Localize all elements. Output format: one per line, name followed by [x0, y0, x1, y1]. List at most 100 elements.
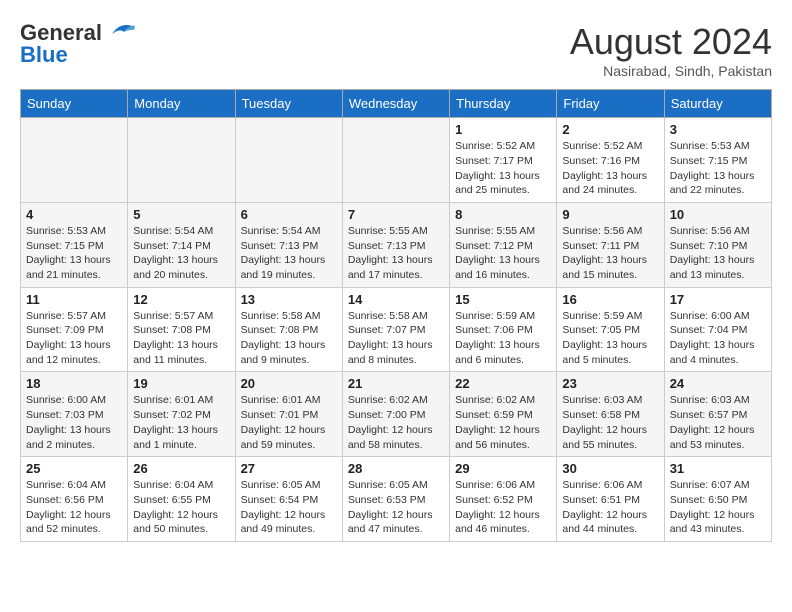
logo-blue: Blue: [20, 42, 68, 68]
day-info: Sunrise: 6:06 AMSunset: 6:52 PMDaylight:…: [455, 478, 551, 537]
day-cell-22: 22 Sunrise: 6:02 AMSunset: 6:59 PMDayligh…: [450, 372, 557, 457]
day-number: 31: [670, 461, 766, 476]
day-number: 17: [670, 292, 766, 307]
day-info: Sunrise: 5:53 AMSunset: 7:15 PMDaylight:…: [26, 224, 122, 283]
day-cell-15: 15 Sunrise: 5:59 AMSunset: 7:06 PMDayligh…: [450, 287, 557, 372]
empty-cell: [21, 118, 128, 203]
day-number: 23: [562, 376, 658, 391]
day-number: 30: [562, 461, 658, 476]
day-info: Sunrise: 6:03 AMSunset: 6:58 PMDaylight:…: [562, 393, 658, 452]
day-cell-20: 20 Sunrise: 6:01 AMSunset: 7:01 PMDayligh…: [235, 372, 342, 457]
day-cell-23: 23 Sunrise: 6:03 AMSunset: 6:58 PMDayligh…: [557, 372, 664, 457]
empty-cell: [342, 118, 449, 203]
day-cell-11: 11 Sunrise: 5:57 AMSunset: 7:09 PMDayligh…: [21, 287, 128, 372]
day-number: 13: [241, 292, 337, 307]
day-cell-27: 27 Sunrise: 6:05 AMSunset: 6:54 PMDayligh…: [235, 457, 342, 542]
day-number: 20: [241, 376, 337, 391]
day-number: 18: [26, 376, 122, 391]
page-header: General Blue August 2024 Nasirabad, Sind…: [20, 20, 772, 79]
day-info: Sunrise: 5:54 AMSunset: 7:14 PMDaylight:…: [133, 224, 229, 283]
day-number: 6: [241, 207, 337, 222]
weekday-header-monday: Monday: [128, 90, 235, 118]
weekday-header-thursday: Thursday: [450, 90, 557, 118]
day-number: 15: [455, 292, 551, 307]
empty-cell: [235, 118, 342, 203]
day-cell-28: 28Sunrise: 6:05 AMSunset: 6:53 PMDayligh…: [342, 457, 449, 542]
day-number: 22: [455, 376, 551, 391]
day-info: Sunrise: 6:02 AMSunset: 7:00 PMDaylight:…: [348, 393, 444, 452]
day-info: Sunrise: 5:58 AMSunset: 7:08 PMDaylight:…: [241, 309, 337, 368]
day-cell-16: 16 Sunrise: 5:59 AMSunset: 7:05 PMDayligh…: [557, 287, 664, 372]
day-number: 24: [670, 376, 766, 391]
day-number: 7: [348, 207, 444, 222]
day-cell-31: 31 Sunrise: 6:07 AMSunset: 6:50 PMDayligh…: [664, 457, 771, 542]
day-number: 9: [562, 207, 658, 222]
day-info: Sunrise: 5:52 AMSunset: 7:16 PMDaylight:…: [562, 139, 658, 198]
day-info: Sunrise: 5:55 AMSunset: 7:13 PMDaylight:…: [348, 224, 444, 283]
day-info: Sunrise: 5:56 AMSunset: 7:11 PMDaylight:…: [562, 224, 658, 283]
day-info: Sunrise: 6:00 AMSunset: 7:04 PMDaylight:…: [670, 309, 766, 368]
day-cell-4: 4Sunrise: 5:53 AMSunset: 7:15 PMDaylight…: [21, 202, 128, 287]
day-number: 5: [133, 207, 229, 222]
weekday-header-wednesday: Wednesday: [342, 90, 449, 118]
day-info: Sunrise: 6:07 AMSunset: 6:50 PMDaylight:…: [670, 478, 766, 537]
day-cell-30: 30Sunrise: 6:06 AMSunset: 6:51 PMDayligh…: [557, 457, 664, 542]
day-cell-17: 17 Sunrise: 6:00 AMSunset: 7:04 PMDayligh…: [664, 287, 771, 372]
day-cell-5: 5 Sunrise: 5:54 AMSunset: 7:14 PMDaylight…: [128, 202, 235, 287]
day-info: Sunrise: 6:04 AMSunset: 6:56 PMDaylight:…: [26, 478, 122, 537]
logo-bird-icon: [104, 20, 136, 42]
day-number: 3: [670, 122, 766, 137]
week-row-1: 1 Sunrise: 5:52 AMSunset: 7:17 PMDaylight…: [21, 118, 772, 203]
day-info: Sunrise: 6:02 AMSunset: 6:59 PMDaylight:…: [455, 393, 551, 452]
weekday-header-tuesday: Tuesday: [235, 90, 342, 118]
day-cell-3: 3 Sunrise: 5:53 AMSunset: 7:15 PMDaylight…: [664, 118, 771, 203]
day-number: 27: [241, 461, 337, 476]
day-cell-14: 14 Sunrise: 5:58 AMSunset: 7:07 PMDayligh…: [342, 287, 449, 372]
day-info: Sunrise: 5:53 AMSunset: 7:15 PMDaylight:…: [670, 139, 766, 198]
day-info: Sunrise: 5:57 AMSunset: 7:08 PMDaylight:…: [133, 309, 229, 368]
day-info: Sunrise: 6:04 AMSunset: 6:55 PMDaylight:…: [133, 478, 229, 537]
day-number: 25: [26, 461, 122, 476]
day-cell-2: 2Sunrise: 5:52 AMSunset: 7:16 PMDaylight…: [557, 118, 664, 203]
day-cell-26: 26 Sunrise: 6:04 AMSunset: 6:55 PMDayligh…: [128, 457, 235, 542]
week-row-4: 18Sunrise: 6:00 AMSunset: 7:03 PMDayligh…: [21, 372, 772, 457]
title-area: August 2024 Nasirabad, Sindh, Pakistan: [570, 20, 772, 79]
day-info: Sunrise: 5:55 AMSunset: 7:12 PMDaylight:…: [455, 224, 551, 283]
day-number: 16: [562, 292, 658, 307]
day-cell-8: 8 Sunrise: 5:55 AMSunset: 7:12 PMDaylight…: [450, 202, 557, 287]
day-info: Sunrise: 5:56 AMSunset: 7:10 PMDaylight:…: [670, 224, 766, 283]
day-number: 12: [133, 292, 229, 307]
day-cell-7: 7 Sunrise: 5:55 AMSunset: 7:13 PMDaylight…: [342, 202, 449, 287]
day-cell-13: 13 Sunrise: 5:58 AMSunset: 7:08 PMDayligh…: [235, 287, 342, 372]
day-info: Sunrise: 5:57 AMSunset: 7:09 PMDaylight:…: [26, 309, 122, 368]
week-row-2: 4Sunrise: 5:53 AMSunset: 7:15 PMDaylight…: [21, 202, 772, 287]
weekday-header-friday: Friday: [557, 90, 664, 118]
day-number: 28: [348, 461, 444, 476]
day-cell-6: 6 Sunrise: 5:54 AMSunset: 7:13 PMDaylight…: [235, 202, 342, 287]
empty-cell: [128, 118, 235, 203]
day-cell-19: 19Sunrise: 6:01 AMSunset: 7:02 PMDayligh…: [128, 372, 235, 457]
day-info: Sunrise: 5:59 AMSunset: 7:05 PMDaylight:…: [562, 309, 658, 368]
day-cell-24: 24Sunrise: 6:03 AMSunset: 6:57 PMDayligh…: [664, 372, 771, 457]
day-cell-25: 25 Sunrise: 6:04 AMSunset: 6:56 PMDayligh…: [21, 457, 128, 542]
location: Nasirabad, Sindh, Pakistan: [570, 63, 772, 79]
day-info: Sunrise: 5:52 AMSunset: 7:17 PMDaylight:…: [455, 139, 551, 198]
day-cell-29: 29Sunrise: 6:06 AMSunset: 6:52 PMDayligh…: [450, 457, 557, 542]
day-info: Sunrise: 6:05 AMSunset: 6:54 PMDaylight:…: [241, 478, 337, 537]
day-info: Sunrise: 5:58 AMSunset: 7:07 PMDaylight:…: [348, 309, 444, 368]
day-number: 8: [455, 207, 551, 222]
day-cell-12: 12 Sunrise: 5:57 AMSunset: 7:08 PMDayligh…: [128, 287, 235, 372]
day-number: 26: [133, 461, 229, 476]
day-cell-9: 9 Sunrise: 5:56 AMSunset: 7:11 PMDaylight…: [557, 202, 664, 287]
day-info: Sunrise: 5:54 AMSunset: 7:13 PMDaylight:…: [241, 224, 337, 283]
weekday-header-saturday: Saturday: [664, 90, 771, 118]
day-number: 1: [455, 122, 551, 137]
day-info: Sunrise: 5:59 AMSunset: 7:06 PMDaylight:…: [455, 309, 551, 368]
calendar-table: SundayMondayTuesdayWednesdayThursdayFrid…: [20, 89, 772, 542]
day-number: 14: [348, 292, 444, 307]
day-cell-21: 21Sunrise: 6:02 AMSunset: 7:00 PMDayligh…: [342, 372, 449, 457]
day-info: Sunrise: 6:01 AMSunset: 7:01 PMDaylight:…: [241, 393, 337, 452]
weekday-header-sunday: Sunday: [21, 90, 128, 118]
week-row-5: 25 Sunrise: 6:04 AMSunset: 6:56 PMDayligh…: [21, 457, 772, 542]
day-number: 11: [26, 292, 122, 307]
